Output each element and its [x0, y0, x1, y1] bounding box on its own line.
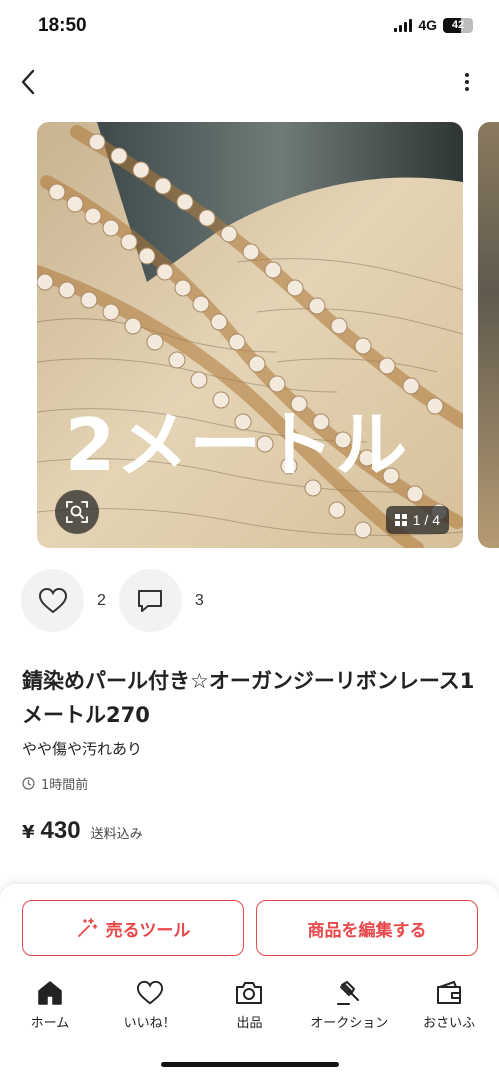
item-title: 錆染めパール付き☆オーガンジーリボンレース1メートル270	[22, 669, 475, 727]
wallet-icon	[437, 981, 462, 1004]
battery-level: 42	[451, 18, 465, 31]
tab-auction-label: オークション	[310, 1016, 389, 1031]
image-search-button[interactable]	[55, 490, 99, 534]
tab-home-label: ホーム	[30, 1016, 70, 1031]
back-button[interactable]	[14, 66, 42, 98]
tab-home[interactable]: ホーム	[2, 980, 98, 1036]
dot	[465, 73, 469, 77]
gavel-icon	[337, 981, 360, 1005]
camera-icon	[236, 982, 263, 1004]
product-image[interactable]: 2メートル 1 / 4	[37, 122, 463, 548]
tab-likes-label: いいね！	[123, 1016, 176, 1031]
home-indicator	[161, 1062, 339, 1067]
tab-wallet-label: おさいふ	[423, 1016, 476, 1031]
tab-sell[interactable]: 出品	[201, 980, 297, 1036]
likes-count: 2	[97, 591, 106, 609]
posted-time: 1時間前	[22, 774, 88, 793]
status-bar: 18:50 4G 42	[0, 0, 499, 54]
like-button[interactable]	[21, 569, 84, 632]
signal-icon	[394, 18, 413, 32]
sell-tool-label: 売るツール	[105, 920, 191, 941]
clock-icon	[22, 777, 35, 790]
item-actions: 2 3	[21, 569, 217, 632]
shipping-info: 送料込み	[90, 827, 143, 842]
tab-sell-label: 出品	[236, 1016, 263, 1031]
image-counter: 1 / 4	[385, 506, 449, 534]
item-price: ¥ 430 送料込み	[22, 817, 143, 845]
price-amount: 430	[40, 817, 81, 844]
battery-icon: 42	[443, 17, 473, 33]
item-condition: やや傷や汚れあり	[22, 740, 143, 758]
price-symbol: ¥	[22, 822, 35, 843]
heart-icon	[38, 587, 67, 613]
status-indicators: 4G 42	[394, 17, 473, 33]
sparkle-wand-icon	[77, 918, 98, 937]
more-options-button[interactable]	[457, 70, 477, 94]
edit-item-label: 商品を編集する	[307, 920, 427, 941]
tab-bar: ホーム いいね！ 出品 オークション おさいふ	[0, 980, 499, 1036]
tab-wallet[interactable]: おさいふ	[401, 980, 497, 1036]
dot	[465, 87, 469, 91]
comment-icon	[138, 589, 163, 612]
image-search-icon	[66, 501, 88, 523]
dot	[465, 80, 469, 84]
posted-time-text: 1時間前	[41, 778, 89, 793]
network-type: 4G	[418, 17, 437, 33]
status-time: 18:50	[38, 15, 87, 36]
tab-auction[interactable]: オークション	[301, 980, 397, 1036]
sell-tool-button[interactable]: 売るツール	[22, 900, 244, 956]
tab-likes[interactable]: いいね！	[102, 980, 198, 1036]
image-counter-text: 1 / 4	[412, 512, 440, 528]
home-icon	[38, 981, 62, 1005]
edit-item-button[interactable]: 商品を編集する	[256, 900, 478, 956]
image-overlay-text: 2メートル	[65, 403, 409, 487]
heart-icon	[136, 980, 163, 1005]
chevron-left-icon	[21, 69, 35, 95]
comments-count: 3	[194, 591, 204, 609]
grid-icon	[394, 514, 407, 526]
comment-button[interactable]	[118, 569, 182, 632]
next-image-peek[interactable]	[478, 122, 499, 548]
